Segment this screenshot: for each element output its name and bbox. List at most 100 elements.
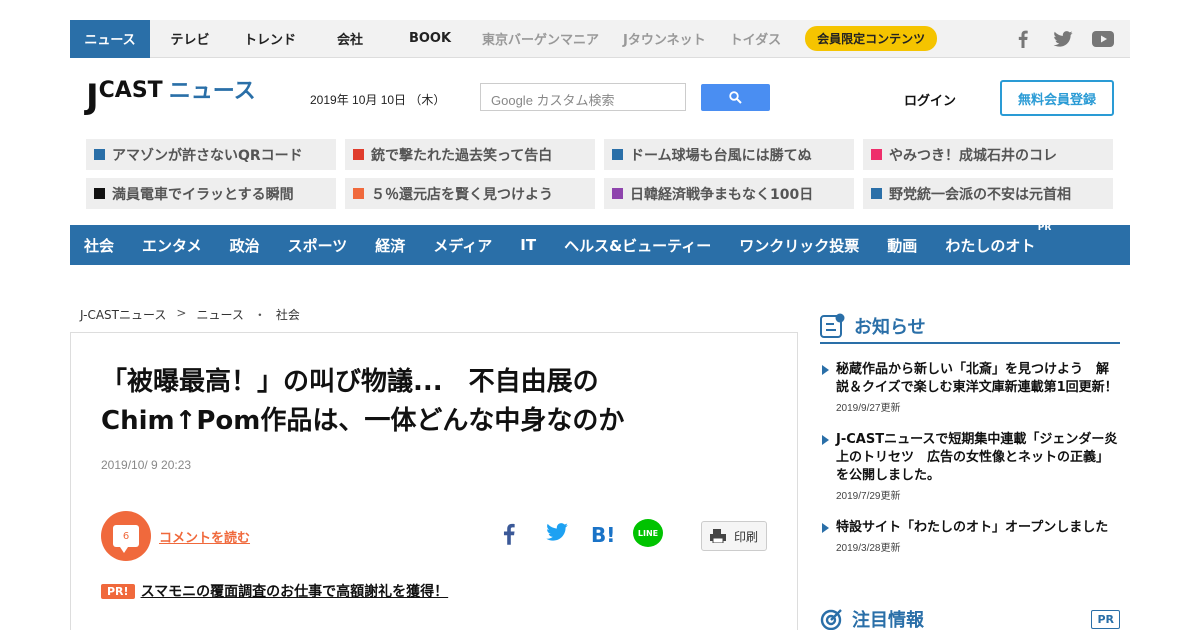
- breadcrumb-society[interactable]: 社会: [276, 306, 300, 323]
- comment-icon[interactable]: 6: [101, 511, 151, 561]
- category-society[interactable]: 社会: [84, 235, 114, 256]
- breadcrumb-home[interactable]: J-CASTニュース: [80, 306, 166, 323]
- featured-pr-badge: PR: [1091, 609, 1120, 629]
- pr-ad-line[interactable]: PR! スマモニの覆面調査のお仕事で高額謝礼を獲得！: [101, 581, 448, 601]
- category-video[interactable]: 動画: [887, 235, 917, 256]
- featured-title: 注目情報: [852, 610, 924, 630]
- member-content-badge[interactable]: 会員限定コンテンツ: [805, 26, 938, 51]
- tag-color-square: [353, 149, 364, 160]
- tag-label: 野党統一会派の不安は元首相: [889, 186, 1071, 203]
- comment-count: 6: [113, 525, 139, 553]
- trend-tag[interactable]: アマゾンが許さないQRコード: [86, 139, 336, 170]
- tag-label: アマゾンが許さないQRコード: [112, 147, 303, 164]
- topnav-book[interactable]: BOOK: [390, 20, 470, 58]
- topnav-tv[interactable]: テレビ: [150, 20, 230, 58]
- category-sports[interactable]: スポーツ: [288, 235, 348, 256]
- notice-header: お知らせ: [820, 310, 1120, 344]
- article-title-line2: Chim↑Pom作品は、一体どんな中身なのか: [101, 406, 625, 436]
- topnav-jtown[interactable]: Jタウンネット: [611, 20, 718, 58]
- category-health-beauty[interactable]: ヘルス&ビューティー: [564, 235, 711, 256]
- search-button[interactable]: [701, 84, 770, 111]
- breadcrumb: J-CASTニュース > ニュース ・ 社会: [80, 306, 300, 323]
- youtube-icon[interactable]: [1092, 30, 1114, 48]
- trend-tag[interactable]: ドーム球場も台風には勝てぬ: [604, 139, 854, 170]
- search-icon: [729, 91, 742, 104]
- category-media[interactable]: メディア: [433, 235, 492, 256]
- breadcrumb-sep: ・: [253, 308, 266, 322]
- article-date: 2019/10/ 9 20:23: [101, 458, 192, 472]
- twitter-icon[interactable]: [1052, 30, 1074, 48]
- tag-color-square: [871, 149, 882, 160]
- topnav-company[interactable]: 会社: [310, 20, 390, 58]
- category-politics[interactable]: 政治: [230, 235, 260, 256]
- logo-cast: CAST: [98, 78, 163, 103]
- notice-title: お知らせ: [854, 317, 926, 338]
- site-logo[interactable]: J CAST ニュース: [86, 78, 256, 115]
- notice-date: 2019/3/28更新: [836, 543, 901, 554]
- trend-tag[interactable]: 日韓経済戦争まもなく100日: [604, 178, 854, 209]
- tag-color-square: [94, 188, 105, 199]
- topnav-trend[interactable]: トレンド: [230, 20, 310, 58]
- facebook-icon[interactable]: [1012, 30, 1034, 48]
- line-icon-circle: LINE: [633, 519, 663, 547]
- arrow-right-icon: [822, 523, 829, 533]
- share-facebook-icon[interactable]: [503, 523, 515, 545]
- social-links: [1012, 30, 1130, 48]
- notice-date: 2019/9/27更新: [836, 403, 901, 414]
- trend-tag[interactable]: 銃で撃たれた過去笑って告白: [345, 139, 595, 170]
- search-input[interactable]: Google カスタム検索: [480, 83, 686, 111]
- top-nav: ニュース テレビ トレンド 会社 BOOK 東京バーゲンマニア Jタウンネット …: [70, 19, 1130, 58]
- arrow-right-icon: [822, 435, 829, 445]
- tag-color-square: [353, 188, 364, 199]
- target-icon: [820, 609, 842, 630]
- notice-item[interactable]: J-CASTニュースで短期集中連載「ジェンダー炎上のトリセツ 広告の女性像とネッ…: [822, 431, 1120, 502]
- tag-label: 満員電車でイラッとする瞬間: [112, 186, 294, 203]
- tag-label: ５％還元店を賢く見つけよう: [371, 186, 553, 203]
- pr-label: PR: [1037, 222, 1052, 233]
- topnav-toidas[interactable]: トイダス: [718, 20, 793, 58]
- article-card: 「被曝最高！」の叫び物議... 不自由展の Chim↑Pom作品は、一体どんな中…: [70, 332, 798, 630]
- tag-color-square: [871, 188, 882, 199]
- logo-news: ニュース: [168, 79, 256, 104]
- trend-tags: アマゾンが許さないQRコード 銃で撃たれた過去笑って告白 ドーム球場も台風には勝…: [86, 139, 1114, 209]
- tag-color-square: [612, 188, 623, 199]
- current-date: 2019年 10月 10日 （木）: [310, 93, 446, 107]
- trend-tag[interactable]: 野党統一会派の不安は元首相: [863, 178, 1113, 209]
- category-it[interactable]: IT: [520, 236, 536, 254]
- category-economy[interactable]: 経済: [375, 235, 405, 256]
- breadcrumb-news[interactable]: ニュース: [196, 306, 243, 323]
- read-comments-link[interactable]: コメントを読む: [159, 527, 250, 546]
- notice-text[interactable]: J-CASTニュースで短期集中連載「ジェンダー炎上のトリセツ 広告の女性像とネッ…: [836, 431, 1120, 485]
- trend-tag[interactable]: やみつき！成城石井のコレ: [863, 139, 1113, 170]
- topnav-news[interactable]: ニュース: [70, 19, 150, 58]
- tag-label: ドーム球場も台風には勝てぬ: [630, 147, 812, 164]
- topnav-bargain[interactable]: 東京バーゲンマニア: [470, 20, 611, 58]
- tag-label: 銃で撃たれた過去笑って告白: [371, 147, 553, 164]
- tag-color-square: [612, 149, 623, 160]
- notice-icon: [820, 313, 845, 338]
- category-one-click-vote[interactable]: ワンクリック投票: [739, 235, 859, 256]
- share-twitter-icon[interactable]: [546, 523, 568, 541]
- print-button[interactable]: 印刷: [701, 521, 767, 551]
- arrow-right-icon: [822, 365, 829, 375]
- tag-color-square: [94, 149, 105, 160]
- notice-text[interactable]: 秘蔵作品から新しい「北斎」を見つけよう 解説＆クイズで楽しむ東洋文庫新連載第1回…: [836, 361, 1120, 397]
- share-line-icon[interactable]: LINE: [633, 519, 663, 547]
- trend-tag[interactable]: 満員電車でイラッとする瞬間: [86, 178, 336, 209]
- article-title-line1: 「被曝最高！」の叫び物議... 不自由展の: [101, 367, 599, 397]
- pr-ad-link[interactable]: スマモニの覆面調査のお仕事で高額謝礼を獲得！: [141, 581, 449, 601]
- printer-icon: [709, 529, 726, 543]
- tag-label: 日韓経済戦争まもなく100日: [630, 186, 814, 203]
- article-title: 「被曝最高！」の叫び物議... 不自由展の Chim↑Pom作品は、一体どんな中…: [101, 363, 701, 441]
- notice-item[interactable]: 秘蔵作品から新しい「北斎」を見つけよう 解説＆クイズで楽しむ東洋文庫新連載第1回…: [822, 361, 1120, 414]
- pr-badge: PR!: [101, 583, 135, 599]
- notice-text[interactable]: 特設サイト「わたしのオト」オープンしました: [836, 519, 1108, 537]
- share-hatena-icon[interactable]: B!: [591, 523, 615, 547]
- print-label: 印刷: [733, 529, 758, 544]
- trend-tag[interactable]: ５％還元店を賢く見つけよう: [345, 178, 595, 209]
- register-button[interactable]: 無料会員登録: [1000, 80, 1114, 116]
- notice-item[interactable]: 特設サイト「わたしのオト」オープンしました 2019/3/28更新: [822, 519, 1120, 554]
- category-watashi-no-oto[interactable]: わたしのオト PR: [945, 223, 1051, 256]
- category-entertainment[interactable]: エンタメ: [142, 235, 202, 256]
- login-link[interactable]: ログイン: [904, 90, 956, 109]
